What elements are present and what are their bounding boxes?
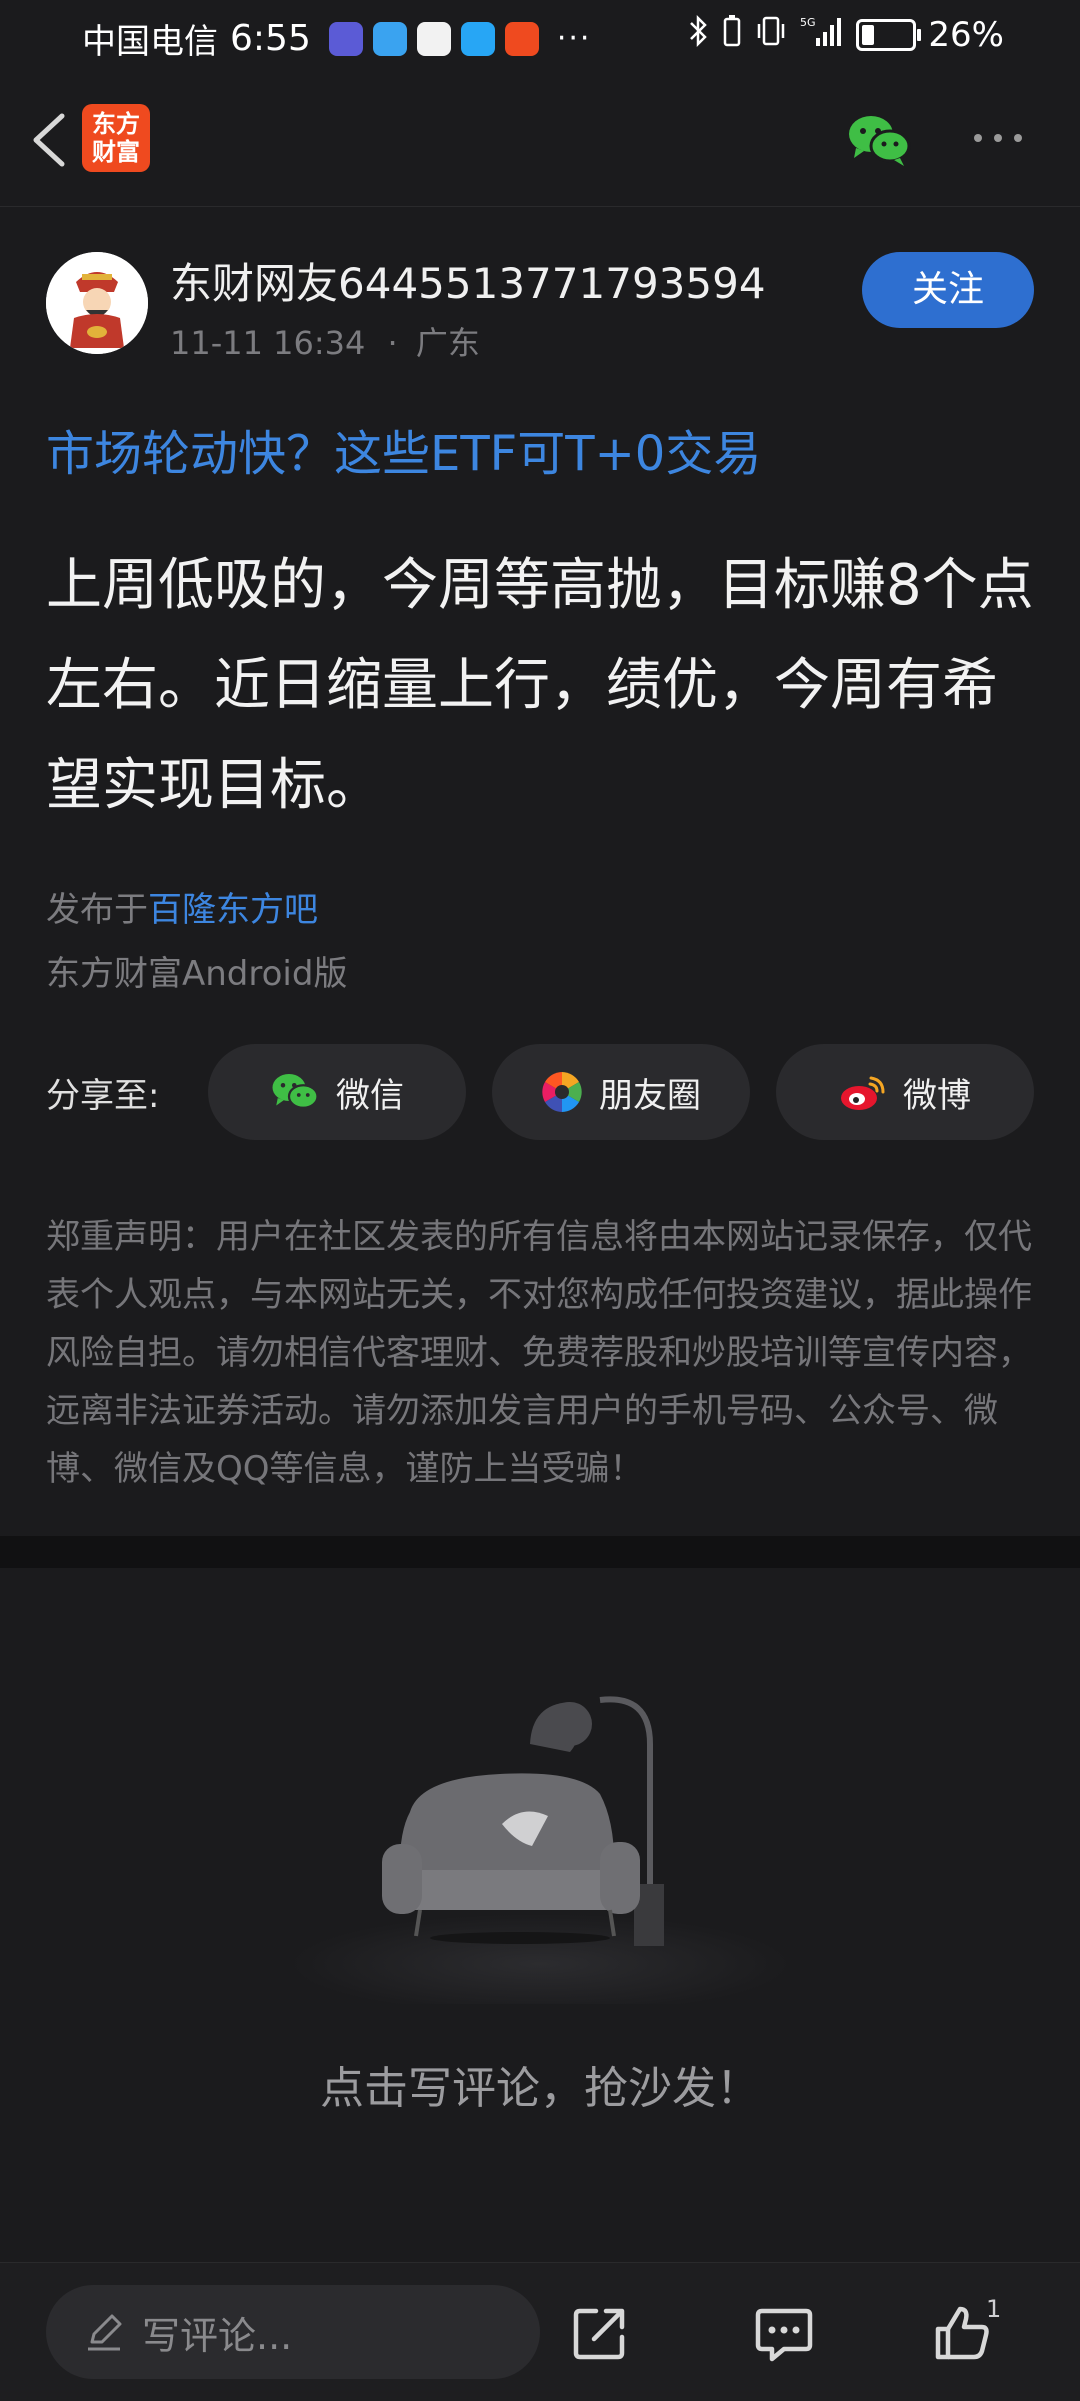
bottom-action-bar: 写评论... 1 [0,2262,1080,2401]
comment-input[interactable]: 写评论... [46,2285,540,2379]
comment-input-placeholder: 写评论... [142,2313,293,2358]
like-count: 1 [986,2295,1002,2323]
status-bar: 中国电信 6:55 ··· 5G 26% [0,0,1080,72]
follow-button[interactable]: 关注 [862,252,1034,328]
wechat-icon [849,116,911,166]
back-button[interactable] [22,110,82,170]
more-dot [1014,134,1022,142]
thumbs-up-icon [935,2306,989,2360]
comments-empty-state[interactable]: 点击写评论，抢沙发！ [0,1568,1080,2260]
empty-comments-text[interactable]: 点击写评论，抢沙发！ [0,2052,1080,2116]
signal-5g-icon: 5G [800,14,844,55]
calendar-icon [416,21,451,56]
topic-link[interactable]: 市场轮动快？这些ETF可T+0交易 [46,414,761,484]
sofa-lamp-illustration [290,1696,790,2004]
notification-app-icon [328,21,363,56]
share-out-icon [573,2308,625,2360]
more-notifications-indicator: ··· [556,21,592,56]
clock: 6:55 [230,18,311,59]
post-body: 上周低吸的，今周等高抛，目标赚8个点左右。近日缩量上行，绩优，今周有希望实现目标… [46,553,1034,818]
logo-text-top: 东方 [92,110,140,138]
bluetooth-icon [688,14,710,55]
share-label: 分享至: [46,1076,160,1116]
weibo-icon [841,1076,885,1110]
god-of-wealth-avatar-icon [46,252,148,354]
post-date: 11-11 16:34 [170,324,366,362]
author-name[interactable]: 东财网友6445513771793594 [170,250,766,311]
chevron-left-icon [33,113,65,167]
share-button[interactable] [570,2303,630,2363]
published-prefix: 发布于 [46,890,148,930]
search-app-icon [460,21,495,56]
logo-text-bottom: 财富 [92,138,140,166]
post-meta: 11-11 16:34 · 广东 [170,318,480,364]
wechat-icon [272,1074,319,1109]
weather-icon [372,21,407,56]
battery-level [862,24,874,45]
share-moments-button[interactable]: 朋友圈 [492,1044,750,1140]
battery-percent: 26% [928,14,1004,55]
section-divider [0,1536,1080,1568]
share-weibo-label: 微博 [903,1075,971,1116]
carrier-label: 中国电信 [82,22,218,62]
battery-saver-icon [722,14,742,55]
more-dot [974,134,982,142]
wechat-share-button[interactable] [846,112,912,168]
share-moments-label: 朋友圈 [599,1075,701,1116]
eastmoney-app-icon [504,21,539,56]
meta-separator: · [387,324,398,362]
author-avatar[interactable] [46,252,148,354]
moments-icon [542,1072,582,1112]
share-wechat-button[interactable]: 微信 [208,1044,466,1140]
more-dot [994,134,1002,142]
comments-button[interactable] [754,2303,814,2363]
like-button[interactable] [932,2303,992,2363]
app-logo[interactable]: 东方 财富 [82,104,150,172]
vibrate-icon [754,14,788,55]
disclaimer: 郑重声明：用户在社区发表的所有信息将由本网站记录保存，仅代表个人观点，与本网站无… [46,1217,1032,1489]
share-weibo-button[interactable]: 微博 [776,1044,1034,1140]
battery-icon [856,18,922,51]
comment-bubble-icon [755,2308,813,2362]
client-source: 东方财富Android版 [46,954,348,994]
top-navigation: 东方 财富 [0,72,1080,207]
pencil-icon [88,2314,122,2351]
svg-text:5G: 5G [800,16,816,29]
forum-link[interactable]: 百隆东方吧 [148,890,318,930]
share-wechat-label: 微信 [336,1075,404,1116]
more-button[interactable] [974,134,1022,142]
published-in: 发布于百隆东方吧 [46,882,318,931]
post-location: 广东 [415,324,480,362]
